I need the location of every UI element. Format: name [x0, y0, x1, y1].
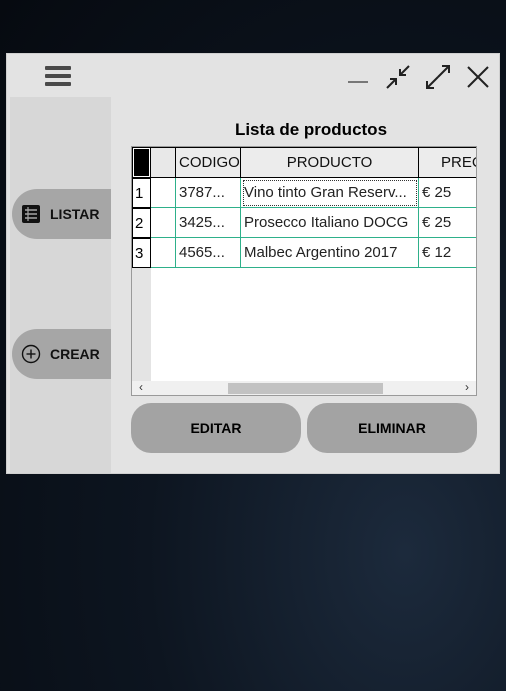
app-window: LISTAR CREAR Lista de productos CODIGO P… — [6, 53, 500, 474]
close-icon[interactable] — [463, 62, 493, 92]
sidebar-item-label: LISTAR — [50, 206, 100, 222]
scrollbar-thumb[interactable] — [228, 383, 383, 394]
title-bar — [7, 54, 499, 98]
table-cell-precio[interactable]: € 12 — [419, 238, 476, 268]
minimize-icon[interactable] — [343, 62, 373, 92]
table-cell-producto[interactable]: Prosecco Italiano DOCG — [241, 208, 419, 238]
table-cell-precio[interactable]: € 25 — [419, 208, 476, 238]
sidebar-item-crear[interactable]: CREAR — [12, 329, 111, 379]
delete-button[interactable]: ELIMINAR — [307, 403, 477, 453]
restore-icon[interactable] — [383, 62, 413, 92]
products-table[interactable]: CODIGO PRODUCTO PREC 1 3787... Vino tint… — [131, 146, 477, 396]
page-title: Lista de productos — [234, 120, 388, 139]
column-header-select[interactable] — [151, 147, 176, 178]
sidebar-item-label: CREAR — [50, 346, 100, 362]
plus-circle-icon — [20, 343, 42, 365]
hamburger-menu-icon[interactable] — [45, 66, 71, 86]
table-cell-producto[interactable]: Malbec Argentino 2017 — [241, 238, 419, 268]
table-cell-codigo[interactable]: 3425... — [176, 208, 241, 238]
table-cell-codigo[interactable]: 3787... — [176, 178, 241, 208]
sidebar: LISTAR CREAR — [10, 97, 111, 473]
column-header-codigo[interactable]: CODIGO — [176, 147, 241, 178]
column-header-precio[interactable]: PREC — [419, 147, 476, 178]
list-icon — [20, 203, 42, 225]
table-cell-select[interactable] — [151, 208, 176, 238]
edit-button[interactable]: EDITAR — [131, 403, 301, 453]
table-cell-select[interactable] — [151, 178, 176, 208]
row-header[interactable]: 2 — [132, 208, 151, 238]
row-header[interactable]: 1 — [132, 178, 151, 208]
scroll-right-icon[interactable]: › — [460, 381, 474, 395]
table-cell-producto[interactable]: Vino tinto Gran Reserv... — [241, 178, 419, 208]
maximize-icon[interactable] — [423, 62, 453, 92]
horizontal-scrollbar[interactable]: ‹ › — [132, 381, 476, 395]
scroll-left-icon[interactable]: ‹ — [134, 381, 148, 395]
table-cell-codigo[interactable]: 4565... — [176, 238, 241, 268]
select-all-corner[interactable] — [132, 147, 151, 178]
row-header[interactable]: 3 — [132, 238, 151, 268]
table-cell-select[interactable] — [151, 238, 176, 268]
sidebar-item-listar[interactable]: LISTAR — [12, 189, 111, 239]
column-header-producto[interactable]: PRODUCTO — [241, 147, 419, 178]
table-cell-precio[interactable]: € 25 — [419, 178, 476, 208]
